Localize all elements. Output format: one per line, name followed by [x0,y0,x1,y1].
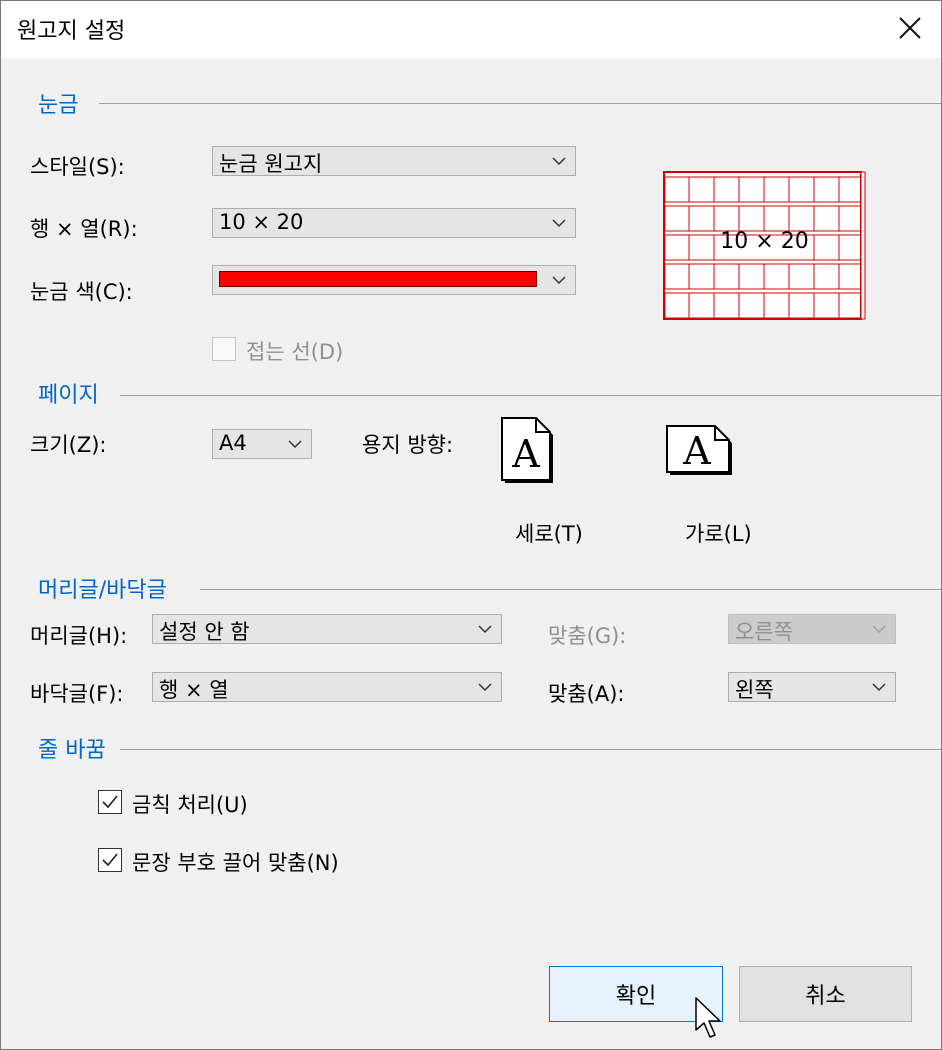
landscape-option[interactable]: A [666,425,734,481]
chevron-down-icon [872,625,886,634]
size-select-value: A4 [219,431,247,455]
grid-color-swatch [219,271,537,287]
landscape-glyph: A [682,429,711,473]
landscape-label: 가로(L) [685,522,752,546]
kinsoku-checkbox[interactable] [98,790,122,814]
portrait-glyph: A [511,432,540,476]
checkmark-icon [102,853,118,867]
grid-section-title: 눈금 [38,93,79,118]
footer-align-label: 맞춤(A): [548,682,625,706]
ok-button-label: 확인 [615,984,657,1009]
grid-section-divider [99,103,941,104]
header-align-label: 맞춤(G): [548,624,627,648]
footer-align-select[interactable]: 왼쪽 [728,672,896,702]
punctuation-label: 문장 부호 끌어 맞춤(N) [132,851,339,875]
style-select[interactable]: 눈금 원고지 [212,146,576,176]
mouse-cursor-icon [695,997,721,1038]
size-select[interactable]: A4 [212,429,312,459]
style-select-value: 눈금 원고지 [219,152,323,176]
size-label: 크기(Z): [30,433,107,457]
grid-color-select[interactable] [212,265,576,295]
header-footer-section-divider [200,589,941,590]
punctuation-checkbox[interactable] [98,848,122,872]
rowcol-select-value: 10 × 20 [219,210,304,234]
checkmark-icon [102,795,118,809]
chevron-down-icon [552,219,566,228]
header-select-value: 설정 안 함 [159,620,250,644]
landscape-page-icon: A [666,425,732,475]
close-icon [899,17,921,39]
chevron-down-icon [478,625,492,634]
chevron-down-icon [478,683,492,692]
wrap-section-title: 줄 바꿈 [38,738,106,763]
header-align-select[interactable]: 오른쪽 [728,614,896,644]
chevron-down-icon [872,683,886,692]
grid-preview: 10 × 20 [663,171,866,321]
dialog-title: 원고지 설정 [17,19,126,44]
portrait-option[interactable]: A [501,417,557,489]
page-section-divider [120,395,941,396]
grid-preview-label: 10 × 20 [720,229,809,254]
portrait-label: 세로(T) [515,522,583,546]
chevron-down-icon [552,157,566,166]
header-label: 머리글(H): [30,624,128,648]
page-section-title: 페이지 [38,383,99,408]
close-button[interactable] [893,11,927,45]
footer-select-value: 행 × 열 [159,678,229,702]
header-footer-section-title: 머리글/바닥글 [38,578,167,603]
rowcol-select[interactable]: 10 × 20 [212,208,576,238]
title-bar: 원고지 설정 [1,1,941,58]
kinsoku-label: 금칙 처리(U) [132,793,248,817]
footer-select[interactable]: 행 × 열 [152,672,502,702]
chevron-down-icon [288,440,302,449]
header-align-select-value: 오른쪽 [735,620,793,644]
portrait-page-icon: A [501,417,553,483]
grid-color-label: 눈금 색(C): [30,280,133,304]
dialog-window: 원고지 설정 눈금 스타일(S): 눈금 원고지 행 × 열(R): 10 × … [0,0,942,1050]
style-label: 스타일(S): [30,155,125,179]
footer-label: 바닥글(F): [30,682,124,706]
orientation-label: 용지 방향: [362,433,454,457]
fold-line-label: 접는 선(D) [246,340,344,364]
footer-align-select-value: 왼쪽 [735,678,774,702]
cancel-button[interactable]: 취소 [739,966,912,1022]
chevron-down-icon [552,276,566,285]
fold-line-checkbox[interactable] [212,337,236,361]
rowcol-label: 행 × 열(R): [30,217,138,241]
cancel-button-label: 취소 [805,984,846,1009]
wrap-section-divider [120,749,941,750]
header-select[interactable]: 설정 안 함 [152,614,502,644]
